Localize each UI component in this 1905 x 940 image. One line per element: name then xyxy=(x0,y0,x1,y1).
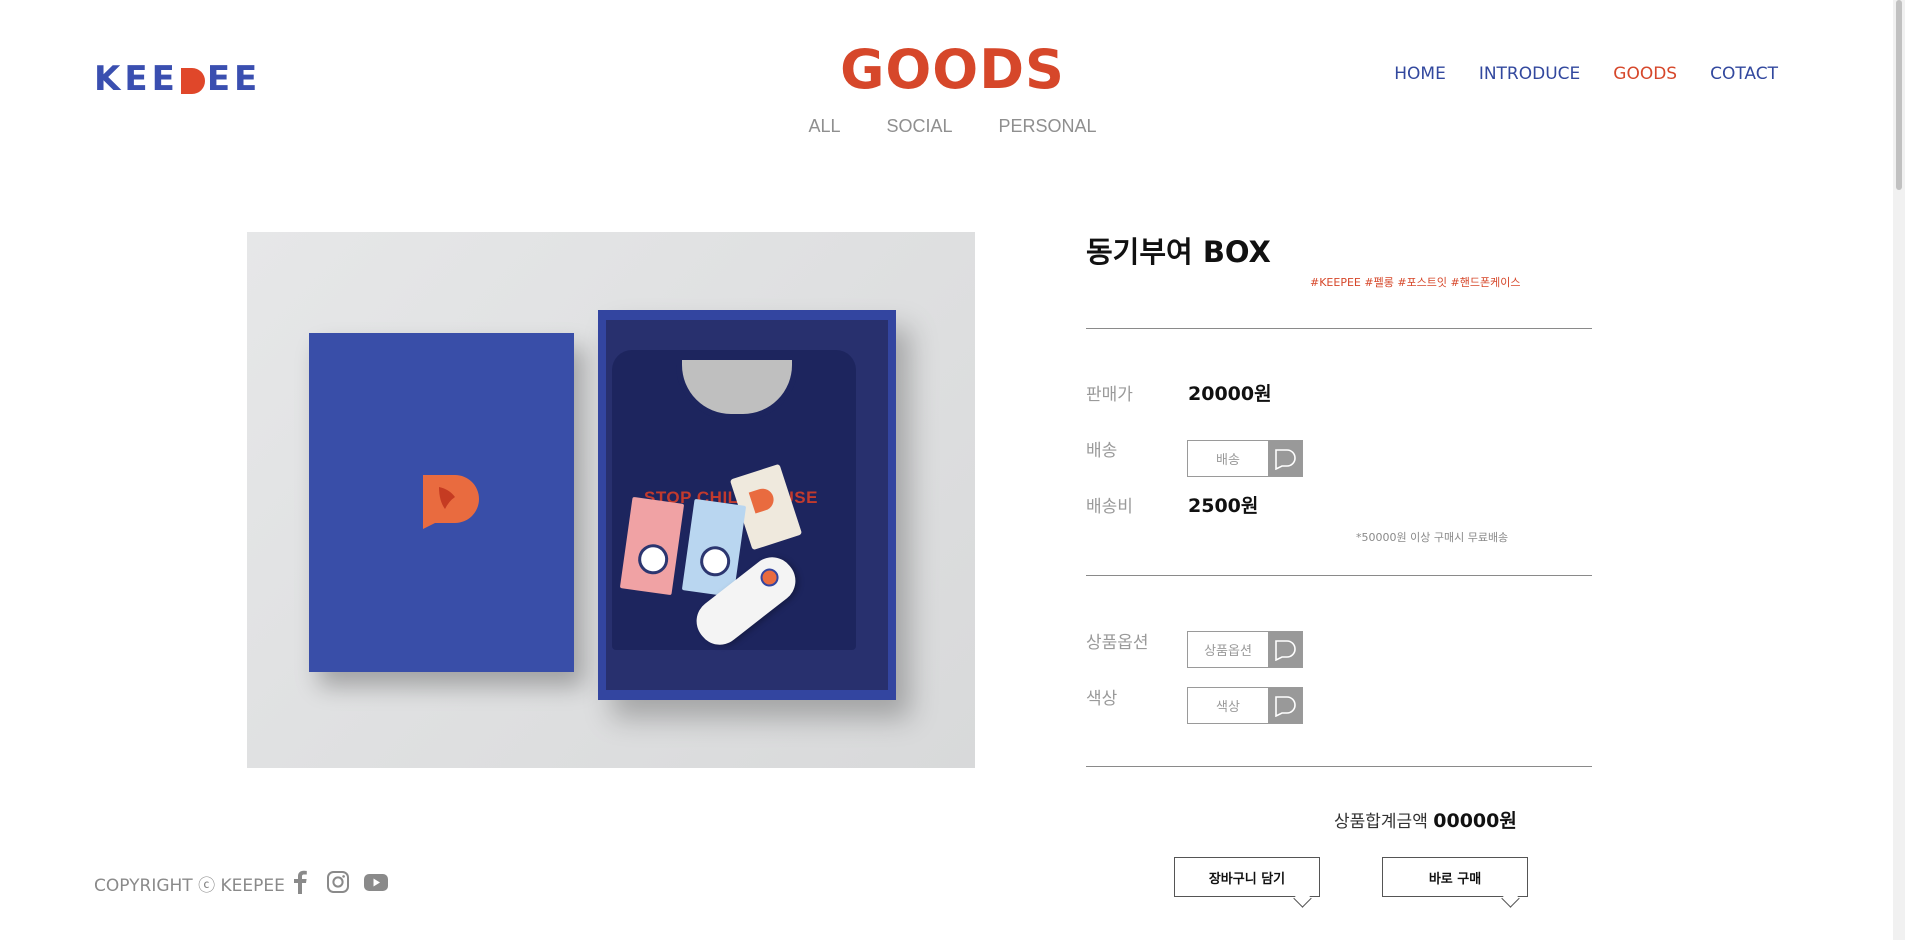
button-tail xyxy=(1293,889,1312,908)
price-value: 20000원 xyxy=(1188,383,1272,405)
buy-now-label: 바로 구매 xyxy=(1428,871,1482,887)
shipping-fee-label: 배송비 xyxy=(1086,497,1133,517)
nav-goods[interactable]: GOODS xyxy=(1613,64,1677,84)
page-scrollbar[interactable] xyxy=(1893,0,1905,940)
box-lid xyxy=(309,333,574,672)
shipping-select-text: 배송 xyxy=(1216,453,1240,468)
main-nav: HOME INTRODUCE GOODS COTACT xyxy=(1394,64,1778,84)
color-select-text: 색상 xyxy=(1216,700,1240,715)
youtube-icon[interactable] xyxy=(363,870,389,894)
price-label: 판매가 xyxy=(1086,385,1133,405)
sticker-card-pink xyxy=(619,496,685,596)
button-tail xyxy=(1501,889,1520,908)
tag-logo-icon xyxy=(748,485,777,514)
card-face-icon xyxy=(636,542,671,577)
card-face-icon xyxy=(698,544,733,579)
box-inner: STOP CHILD ABUSE xyxy=(606,320,888,690)
nav-introduce[interactable]: INTRODUCE xyxy=(1479,64,1580,84)
scrollbar-thumb[interactable] xyxy=(1896,0,1902,190)
nav-home[interactable]: HOME xyxy=(1394,64,1446,84)
subnav-all[interactable]: ALL xyxy=(808,116,840,137)
shipping-select[interactable]: 배송 xyxy=(1187,440,1303,477)
facebook-icon[interactable] xyxy=(292,870,308,894)
speech-bubble-icon xyxy=(1268,441,1302,476)
total-label: 상품합계금액 xyxy=(1334,812,1428,832)
total-price: 상품합계금액 00000원 xyxy=(1334,806,1517,833)
divider xyxy=(1086,766,1592,767)
product-image: STOP CHILD ABUSE xyxy=(247,232,975,768)
color-select[interactable]: 색상 xyxy=(1187,687,1303,724)
subnav-social[interactable]: SOCIAL xyxy=(886,116,952,137)
sock-badge-icon xyxy=(756,564,783,591)
add-to-cart-label: 장바구니 담기 xyxy=(1208,871,1286,887)
box-base: STOP CHILD ABUSE xyxy=(598,310,896,700)
copyright-text: COPYRIGHT ⓒ KEEPEE xyxy=(94,876,285,896)
shipping-fee-value: 2500원 xyxy=(1188,495,1259,517)
option-label: 상품옵션 xyxy=(1086,633,1149,653)
category-subnav: ALL SOCIAL PERSONAL xyxy=(0,116,1905,137)
divider xyxy=(1086,575,1592,576)
add-to-cart-button[interactable]: 장바구니 담기 xyxy=(1174,857,1320,908)
t-shirt: STOP CHILD ABUSE xyxy=(612,350,856,654)
shirt-collar xyxy=(676,360,798,420)
free-shipping-note: *50000원 이상 구매시 무료배송 xyxy=(1356,531,1509,544)
instagram-icon[interactable] xyxy=(326,870,350,894)
shipping-label: 배송 xyxy=(1086,441,1118,461)
speech-bubble-icon xyxy=(1268,688,1302,723)
product-title: 동기부여 BOX xyxy=(1086,235,1271,269)
option-select[interactable]: 상품옵션 xyxy=(1187,631,1303,668)
keepee-p-logo-icon xyxy=(423,475,479,529)
divider xyxy=(1086,328,1592,329)
color-label: 색상 xyxy=(1086,689,1118,709)
nav-contact[interactable]: COTACT xyxy=(1710,64,1778,84)
speech-bubble-icon xyxy=(1268,632,1302,667)
subnav-personal[interactable]: PERSONAL xyxy=(999,116,1097,137)
total-value: 00000원 xyxy=(1433,810,1517,832)
option-select-text: 상품옵션 xyxy=(1204,644,1252,659)
buy-now-button[interactable]: 바로 구매 xyxy=(1382,857,1528,908)
product-hashtags: #KEEPEE #펠롱 #포스트잇 #핸드폰케이스 xyxy=(1310,276,1521,289)
